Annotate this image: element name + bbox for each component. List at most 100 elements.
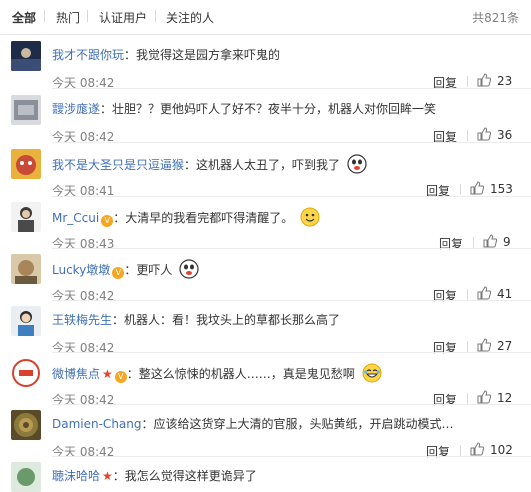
comment-time: 今天 08:42: [52, 445, 115, 459]
avatar[interactable]: [11, 358, 41, 388]
tab-separator: [44, 10, 45, 22]
divider: [52, 248, 531, 249]
emoji-icon: [347, 154, 367, 174]
thumb-up-icon[interactable]: [477, 390, 491, 404]
like-count: 36: [497, 128, 513, 142]
divider: [52, 404, 531, 405]
avatar-image: [11, 410, 41, 440]
avatar[interactable]: [11, 410, 41, 440]
action-separator: [460, 445, 461, 456]
emoji-icon: [362, 363, 382, 383]
comment-username[interactable]: 聴沫哈哈: [52, 469, 100, 483]
star-icon: ★: [102, 367, 113, 381]
like-count: 9: [503, 235, 511, 249]
like-count: 12: [497, 391, 513, 405]
thumb-up-icon[interactable]: [483, 234, 497, 248]
tab-following[interactable]: 关注的人: [166, 9, 214, 26]
comment-time: 今天 08:42: [52, 341, 115, 355]
divider: [52, 352, 531, 353]
divider: [52, 196, 531, 197]
thumb-up-icon[interactable]: [477, 286, 491, 300]
star-icon: ★: [102, 469, 113, 483]
avatar[interactable]: [11, 306, 41, 336]
reply-button[interactable]: 回复: [433, 287, 457, 304]
comment-total-count: 共821条: [472, 11, 519, 25]
comment-line: 微博焦点 ★ V ：整这么惊悚的机器人……，真是鬼见愁啊: [52, 363, 382, 383]
action-separator: [467, 76, 468, 87]
comment-line: Mr_Ccui V ：大清早的我看完都吓得清醒了。: [52, 207, 320, 227]
comment-username[interactable]: 我不是大圣只是只逗逼猴: [52, 158, 184, 172]
reply-button[interactable]: 回复: [433, 339, 457, 356]
tab-all[interactable]: 全部: [12, 9, 36, 26]
thumb-up-icon[interactable]: [477, 338, 491, 352]
comment-username[interactable]: 我才不跟你玩: [52, 48, 124, 62]
comment-username[interactable]: 王轶梅先生: [52, 313, 112, 327]
comment-text: ：大清早的我看完都吓得清醒了。: [113, 211, 294, 225]
action-separator: [473, 237, 474, 248]
comment-text: ：应该给这货穿上大清的官服，头贴黄纸，开启跳动模式…: [141, 417, 454, 431]
avatar-image: [11, 41, 41, 71]
avatar[interactable]: [11, 462, 41, 492]
comment-time: 今天 08:42: [52, 289, 115, 303]
comment-username[interactable]: 靉涉庬遂: [52, 102, 100, 116]
like-count: 27: [497, 339, 513, 353]
comment-username[interactable]: 微博焦点: [52, 367, 100, 381]
divider: [52, 300, 531, 301]
tab-hot[interactable]: 热门: [56, 9, 80, 26]
avatar-image: [11, 149, 41, 179]
divider: [52, 88, 531, 89]
divider: [52, 456, 531, 457]
comment-text: ：整这么惊悚的机器人……，真是鬼见愁啊: [126, 367, 355, 381]
verified-badge-icon: V: [101, 215, 114, 227]
like-count: 153: [490, 182, 513, 196]
comment-text: ：壮胆？？更他妈吓人了好不？夜半十分，机器人对你回眸一笑: [100, 102, 437, 116]
comment-tabs: 全部 热门 认证用户 关注的人 共821条: [0, 0, 531, 35]
avatar-image: [11, 254, 41, 284]
comment-time: 今天 08:43: [52, 237, 115, 251]
reply-button[interactable]: 回复: [433, 391, 457, 408]
comment-time: 今天 08:42: [52, 393, 115, 407]
action-separator: [467, 130, 468, 141]
comment-line: 我才不跟你玩：我觉得这是园方拿来吓鬼的: [52, 46, 280, 63]
avatar-image: [11, 462, 41, 492]
comment-text: ：更吓人: [124, 263, 173, 277]
avatar[interactable]: [11, 41, 41, 71]
action-separator: [467, 289, 468, 300]
comment-username[interactable]: Lucky墩墩: [52, 263, 110, 277]
avatar-image: [11, 306, 41, 336]
avatar[interactable]: [11, 202, 41, 232]
comment-line: Damien-Chang：应该给这货穿上大清的官服，头贴黄纸，开启跳动模式…: [52, 415, 454, 432]
comment-username[interactable]: Damien-Chang: [52, 417, 142, 431]
thumb-up-icon[interactable]: [470, 442, 484, 456]
avatar-image: [11, 202, 41, 232]
comment-username[interactable]: Mr_Ccui: [52, 211, 99, 225]
tab-separator: [87, 10, 88, 22]
thumb-up-icon[interactable]: [477, 127, 491, 141]
like-count: 23: [497, 74, 513, 88]
emoji-icon: [300, 207, 320, 227]
divider: [52, 142, 531, 143]
comment-text: ：我怎么觉得这样更诡异了: [112, 469, 257, 483]
comment-text: ：这机器人太丑了，吓到我了: [184, 158, 341, 172]
avatar-image: [11, 95, 41, 125]
avatar[interactable]: [11, 95, 41, 125]
reply-button[interactable]: 回复: [426, 443, 450, 460]
emoji-icon: [179, 259, 199, 279]
comment-line: 聴沫哈哈 ★：我怎么觉得这样更诡异了: [52, 467, 257, 484]
comment-text: ：我觉得这是园方拿来吓鬼的: [124, 48, 281, 62]
verified-badge-icon: V: [114, 371, 127, 383]
tab-verified[interactable]: 认证用户: [99, 9, 147, 26]
verified-badge-icon: V: [112, 267, 125, 279]
comment-line: 王轶梅先生：机器人：看！我坟头上的草都长那么高了: [52, 311, 340, 328]
like-count: 102: [490, 443, 513, 457]
avatar[interactable]: [11, 254, 41, 284]
action-separator: [467, 341, 468, 352]
comment-line: Lucky墩墩 V ：更吓人: [52, 259, 199, 279]
thumb-up-icon[interactable]: [477, 73, 491, 87]
thumb-up-icon[interactable]: [470, 181, 484, 195]
comment-line: 我不是大圣只是只逗逼猴：这机器人太丑了，吓到我了: [52, 154, 367, 174]
comment-line: 靉涉庬遂：壮胆？？更他妈吓人了好不？夜半十分，机器人对你回眸一笑: [52, 100, 436, 117]
comment-text: ：机器人：看！我坟头上的草都长那么高了: [112, 313, 341, 327]
reply-button[interactable]: 回复: [439, 235, 463, 252]
avatar[interactable]: [11, 149, 41, 179]
